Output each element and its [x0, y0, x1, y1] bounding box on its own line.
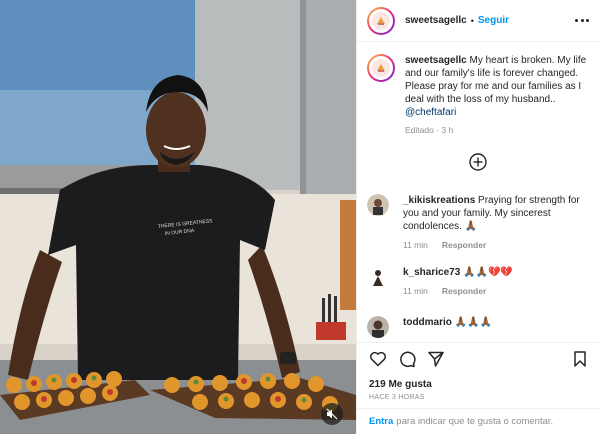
- plus-circle-icon: [469, 153, 487, 171]
- action-bar: [357, 342, 600, 374]
- mute-button[interactable]: [321, 403, 343, 425]
- comment-button[interactable]: [398, 350, 416, 368]
- brand-logo-icon: [372, 59, 390, 77]
- commenter-username[interactable]: toddmario: [403, 317, 452, 328]
- like-count[interactable]: 219 Me gusta: [369, 379, 432, 390]
- comment-text: 🙏🏾🙏🏾💔💔: [460, 267, 513, 278]
- separator-dot: •: [470, 15, 474, 26]
- comment-time: 11 min: [403, 286, 428, 296]
- commenter-avatar[interactable]: [367, 194, 389, 216]
- caption-username[interactable]: sweetsagellc: [405, 55, 467, 66]
- bookmark-icon: [574, 351, 586, 367]
- commenter-username[interactable]: _kikiskreations: [403, 195, 475, 206]
- commenter-avatar[interactable]: [367, 266, 389, 288]
- author-avatar[interactable]: [367, 6, 395, 35]
- heart-icon: [370, 351, 386, 367]
- comment-item: _kikiskreations Praying for strength for…: [367, 194, 593, 252]
- post-timestamp: HACE 3 HORAS: [369, 394, 425, 401]
- save-button[interactable]: [571, 350, 589, 368]
- post-header: sweetsagellc • Seguir: [357, 0, 600, 42]
- commenter-username[interactable]: k_sharice73: [403, 267, 460, 278]
- comment-icon: [400, 351, 416, 368]
- more-options-icon[interactable]: [575, 14, 589, 26]
- brand-logo-icon: [372, 11, 390, 30]
- caption: sweetsagellc My heart is broken. My life…: [367, 54, 593, 137]
- reply-button[interactable]: Responder: [442, 285, 486, 298]
- comment-item: toddmario 🙏🏾🙏🏾🙏🏾: [367, 316, 593, 338]
- comment-time: 11 min: [403, 240, 428, 250]
- post-sidebar: sweetsagellc • Seguir sweetsagellc My he…: [356, 0, 600, 434]
- login-prompt: Entra para indicar que te gusta o coment…: [357, 408, 600, 434]
- caption-mention[interactable]: @cheftafari: [405, 107, 456, 118]
- post-photo[interactable]: THERE IS GREATNESS IN OUR DNA: [0, 0, 356, 434]
- reply-button[interactable]: Responder: [442, 239, 486, 252]
- photo-illustration: THERE IS GREATNESS IN OUR DNA: [0, 0, 356, 434]
- speaker-muted-icon: [326, 408, 338, 420]
- commenter-avatar[interactable]: [367, 316, 389, 338]
- caption-edited-time: Editado · 3 h: [405, 125, 454, 135]
- paper-plane-icon: [428, 351, 444, 367]
- login-link[interactable]: Entra: [369, 416, 393, 427]
- like-button[interactable]: [369, 350, 387, 368]
- comment-text: 🙏🏾🙏🏾🙏🏾: [451, 317, 493, 328]
- share-button[interactable]: [427, 350, 445, 368]
- load-more-comments-button[interactable]: [469, 153, 487, 171]
- author-username[interactable]: sweetsagellc: [405, 15, 467, 26]
- caption-avatar[interactable]: [367, 54, 395, 82]
- comment-item: k_sharice73 🙏🏾🙏🏾💔💔 11 min Responder: [367, 266, 593, 298]
- login-prompt-text: para indicar que te gusta o comentar.: [396, 416, 554, 427]
- follow-button[interactable]: Seguir: [478, 15, 509, 26]
